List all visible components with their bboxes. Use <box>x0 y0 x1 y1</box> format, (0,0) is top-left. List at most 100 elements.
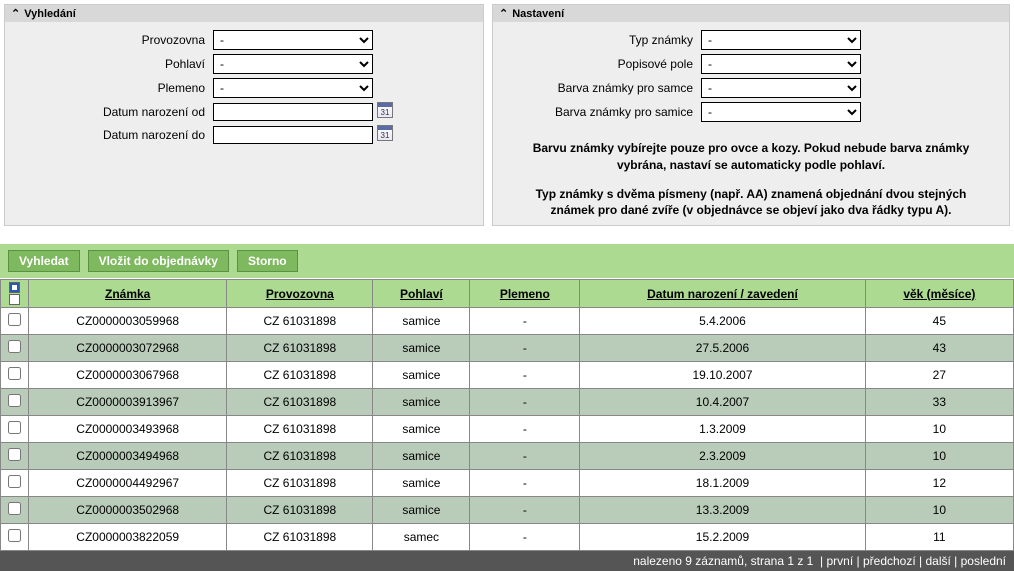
plemeno-select[interactable]: - <box>213 78 373 98</box>
cell-pohlavi: samice <box>373 335 470 362</box>
popisove-pole-select[interactable]: - <box>701 54 861 74</box>
table-row: CZ0000003502968CZ 61031898samice-13.3.20… <box>1 497 1014 524</box>
pager-first[interactable]: první <box>826 554 853 568</box>
table-row: CZ0000003822059CZ 61031898samec-15.2.200… <box>1 524 1014 551</box>
cell-plemeno: - <box>470 443 580 470</box>
cell-znamka: CZ0000003059968 <box>29 308 227 335</box>
cell-znamka: CZ0000003493968 <box>29 416 227 443</box>
cell-vek: 27 <box>865 362 1013 389</box>
select-all-header[interactable] <box>1 280 29 308</box>
cell-vek: 43 <box>865 335 1013 362</box>
col-plemeno[interactable]: Plemeno <box>470 280 580 308</box>
cell-provozovna: CZ 61031898 <box>227 524 373 551</box>
row-checkbox[interactable] <box>8 421 21 434</box>
cell-datum: 18.1.2009 <box>580 470 865 497</box>
cell-provozovna: CZ 61031898 <box>227 443 373 470</box>
datum-do-label: Datum narození do <box>13 128 213 142</box>
cell-datum: 5.4.2006 <box>580 308 865 335</box>
search-panel-header[interactable]: ⌃ Vyhledání <box>5 5 483 22</box>
table-row: CZ0000004492967CZ 61031898samice-18.1.20… <box>1 470 1014 497</box>
cell-datum: 27.5.2006 <box>580 335 865 362</box>
datum-od-input[interactable] <box>213 103 373 121</box>
cell-pohlavi: samice <box>373 308 470 335</box>
cell-vek: 33 <box>865 389 1013 416</box>
pager-summary: nalezeno 9 záznamů, strana 1 z 1 <box>633 554 813 568</box>
row-checkbox[interactable] <box>8 502 21 515</box>
row-checkbox[interactable] <box>8 475 21 488</box>
cell-znamka: CZ0000003067968 <box>29 362 227 389</box>
popisove-pole-label: Popisové pole <box>501 57 701 71</box>
col-vek[interactable]: věk (měsíce) <box>865 280 1013 308</box>
settings-note-1: Barvu známky vybírejte pouze pro ovce a … <box>493 134 1009 180</box>
barva-samce-label: Barva známky pro samce <box>501 81 701 95</box>
row-checkbox[interactable] <box>8 340 21 353</box>
settings-panel-header[interactable]: ⌃ Nastavení <box>493 5 1009 22</box>
calendar-icon[interactable] <box>377 102 393 121</box>
cell-provozovna: CZ 61031898 <box>227 335 373 362</box>
calendar-icon[interactable] <box>377 125 393 144</box>
col-pohlavi[interactable]: Pohlaví <box>373 280 470 308</box>
pager-prev[interactable]: předchozí <box>863 554 916 568</box>
cell-pohlavi: samice <box>373 416 470 443</box>
cell-znamka: CZ0000003502968 <box>29 497 227 524</box>
row-checkbox[interactable] <box>8 367 21 380</box>
settings-panel: ⌃ Nastavení Typ známky - Popisové pole -… <box>492 4 1010 226</box>
cell-pohlavi: samec <box>373 524 470 551</box>
pager-next[interactable]: další <box>925 554 950 568</box>
pager: nalezeno 9 záznamů, strana 1 z 1 | první… <box>0 551 1014 571</box>
table-row: CZ0000003067968CZ 61031898samice-19.10.2… <box>1 362 1014 389</box>
barva-samice-select[interactable]: - <box>701 102 861 122</box>
typ-znamky-select[interactable]: - <box>701 30 861 50</box>
cell-datum: 15.2.2009 <box>580 524 865 551</box>
cell-datum: 1.3.2009 <box>580 416 865 443</box>
settings-panel-title: Nastavení <box>512 8 564 20</box>
cell-znamka: CZ0000003072968 <box>29 335 227 362</box>
vyhledat-button[interactable]: Vyhledat <box>8 250 80 272</box>
col-znamka[interactable]: Známka <box>29 280 227 308</box>
cell-vek: 10 <box>865 416 1013 443</box>
action-bar: Vyhledat Vložit do objednávky Storno <box>0 244 1014 278</box>
cell-plemeno: - <box>470 416 580 443</box>
cell-plemeno: - <box>470 308 580 335</box>
datum-do-input[interactable] <box>213 126 373 144</box>
row-checkbox[interactable] <box>8 529 21 542</box>
vlozit-button[interactable]: Vložit do objednávky <box>88 250 229 272</box>
cell-provozovna: CZ 61031898 <box>227 470 373 497</box>
cell-provozovna: CZ 61031898 <box>227 416 373 443</box>
row-checkbox[interactable] <box>8 394 21 407</box>
table-row: CZ0000003493968CZ 61031898samice-1.3.200… <box>1 416 1014 443</box>
search-panel-title: Vyhledání <box>24 8 76 20</box>
collapse-icon: ⌃ <box>499 7 508 20</box>
cell-datum: 10.4.2007 <box>580 389 865 416</box>
collapse-icon: ⌃ <box>11 7 20 20</box>
cell-pohlavi: samice <box>373 389 470 416</box>
table-row: CZ0000003059968CZ 61031898samice-5.4.200… <box>1 308 1014 335</box>
col-datum[interactable]: Datum narození / zavedení <box>580 280 865 308</box>
cell-plemeno: - <box>470 389 580 416</box>
cell-datum: 13.3.2009 <box>580 497 865 524</box>
table-row: CZ0000003072968CZ 61031898samice-27.5.20… <box>1 335 1014 362</box>
cell-datum: 2.3.2009 <box>580 443 865 470</box>
search-panel: ⌃ Vyhledání Provozovna - Pohlaví - Pleme… <box>4 4 484 226</box>
cell-znamka: CZ0000004492967 <box>29 470 227 497</box>
cell-plemeno: - <box>470 524 580 551</box>
col-provozovna[interactable]: Provozovna <box>227 280 373 308</box>
cell-datum: 19.10.2007 <box>580 362 865 389</box>
provozovna-label: Provozovna <box>13 33 213 47</box>
pohlavi-select[interactable]: - <box>213 54 373 74</box>
storno-button[interactable]: Storno <box>237 250 298 272</box>
cell-provozovna: CZ 61031898 <box>227 308 373 335</box>
cell-plemeno: - <box>470 470 580 497</box>
pager-last[interactable]: poslední <box>961 554 1006 568</box>
cell-vek: 12 <box>865 470 1013 497</box>
provozovna-select[interactable]: - <box>213 30 373 50</box>
settings-note-2: Typ známky s dvěma písmeny (např. AA) zn… <box>493 180 1009 226</box>
cell-vek: 11 <box>865 524 1013 551</box>
row-checkbox[interactable] <box>8 448 21 461</box>
row-checkbox[interactable] <box>8 313 21 326</box>
barva-samce-select[interactable]: - <box>701 78 861 98</box>
pohlavi-label: Pohlaví <box>13 57 213 71</box>
plemeno-label: Plemeno <box>13 81 213 95</box>
cell-pohlavi: samice <box>373 362 470 389</box>
cell-pohlavi: samice <box>373 497 470 524</box>
